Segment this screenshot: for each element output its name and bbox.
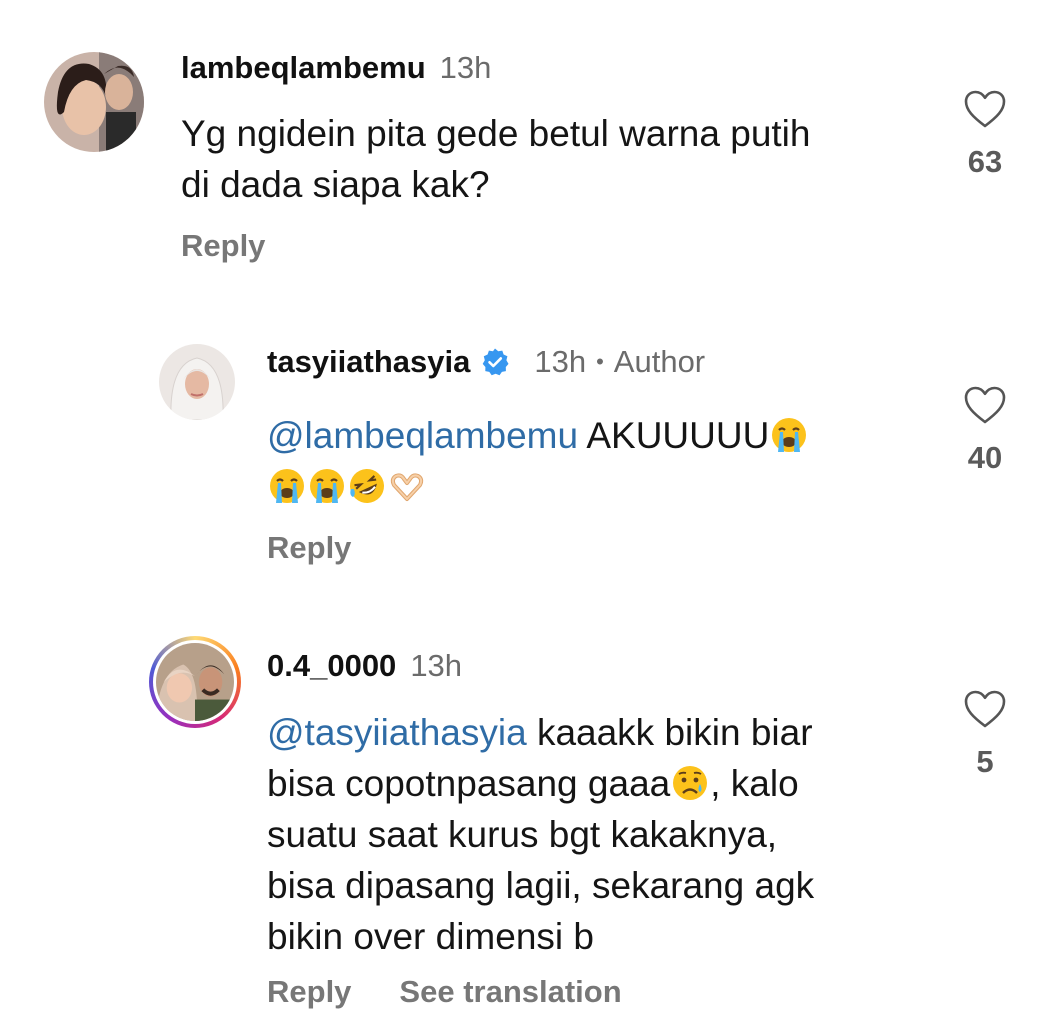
story-ring[interactable] <box>149 636 241 728</box>
heart-icon <box>964 690 1006 728</box>
comment-username[interactable]: tasyiiathasyia <box>267 344 470 380</box>
see-translation-button[interactable]: See translation <box>399 974 621 1010</box>
avatar[interactable] <box>44 52 144 152</box>
like-count: 40 <box>967 440 1003 475</box>
avatar <box>156 643 234 721</box>
like-button[interactable]: 40 <box>955 384 1015 476</box>
profile-photo-icon <box>156 643 234 721</box>
profile-photo-icon <box>159 344 235 420</box>
loudly-crying-face-icon <box>770 416 808 454</box>
profile-photo-icon <box>44 52 144 152</box>
comment-text-content: AKUUUUU <box>578 415 770 456</box>
comment-text: @lambeqlambemu AKUUUUU <box>267 410 907 512</box>
loudly-crying-face-icon <box>268 467 306 505</box>
comment-item: 0.4_0000 13h @tasyiiathasyia kaaakk biki… <box>0 610 1063 1024</box>
comment-timestamp: 13h <box>534 344 587 379</box>
comment-timestamp: 13h <box>410 648 463 683</box>
rolling-on-floor-laughing-icon <box>348 467 386 505</box>
author-label: Author <box>613 344 706 379</box>
sad-tear-face-icon <box>671 764 709 802</box>
like-count: 5 <box>976 744 994 779</box>
comment-username[interactable]: lambeqlambemu <box>181 50 426 86</box>
mention-link[interactable]: @lambeqlambemu <box>267 415 578 456</box>
avatar[interactable] <box>159 344 235 420</box>
comment-timestamp: 13h <box>439 50 492 85</box>
like-button[interactable]: 63 <box>955 88 1015 180</box>
reply-button[interactable]: Reply <box>267 530 351 566</box>
comment-item: lambeqlambemu 13h Yg ngidein pita gede b… <box>0 0 1063 300</box>
separator-dot: • <box>596 349 604 374</box>
verified-badge-icon <box>480 347 510 377</box>
comment-item: tasyiiathasyia 13h • Author @lambeqlambe… <box>0 300 1063 610</box>
reply-button[interactable]: Reply <box>267 974 351 1010</box>
comment-username[interactable]: 0.4_0000 <box>267 648 396 684</box>
reply-button[interactable]: Reply <box>181 228 265 264</box>
like-count: 63 <box>967 144 1003 179</box>
like-button[interactable]: 5 <box>955 688 1015 780</box>
comment-text: @tasyiiathasyia kaaakk bikin biar bisa c… <box>267 707 927 962</box>
heart-icon <box>964 90 1006 128</box>
heart-hands-icon <box>388 467 426 505</box>
mention-link[interactable]: @tasyiiathasyia <box>267 712 527 753</box>
comment-text: Yg ngidein pita gede betul warna putih d… <box>181 113 811 205</box>
loudly-crying-face-icon <box>308 467 346 505</box>
heart-icon <box>964 386 1006 424</box>
